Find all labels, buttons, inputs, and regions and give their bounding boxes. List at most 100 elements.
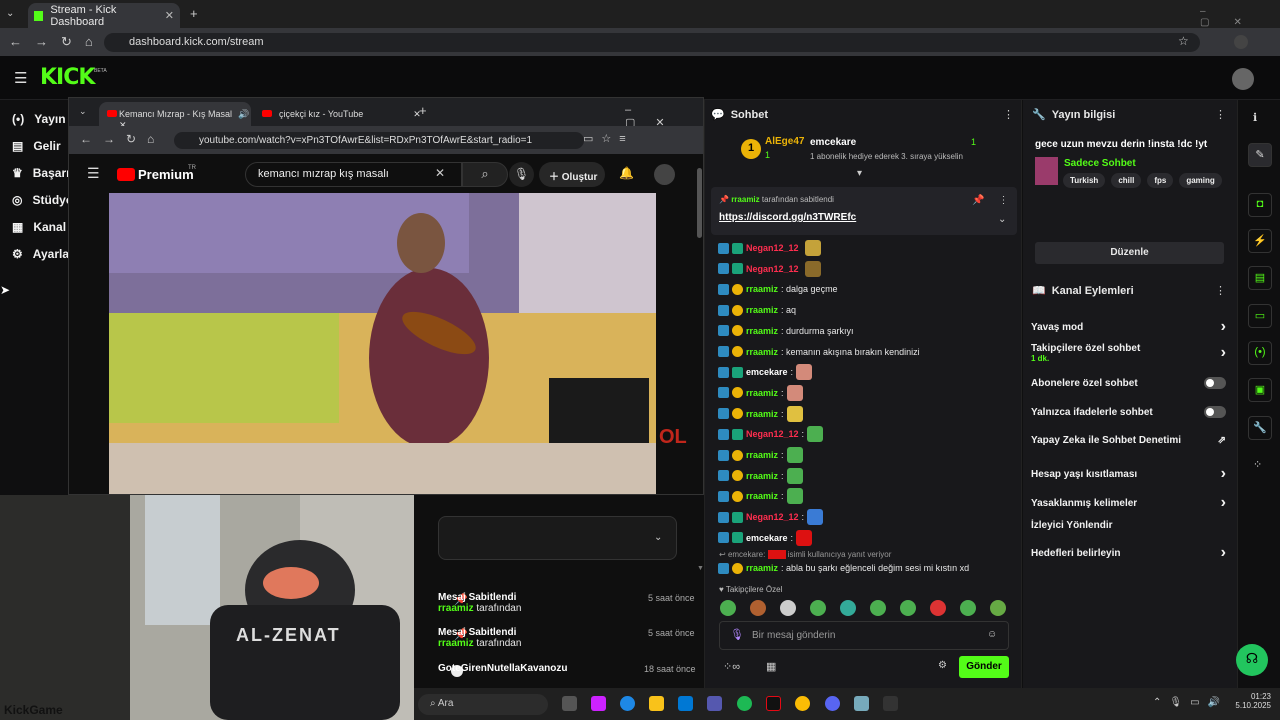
emote-icon[interactable] — [840, 600, 856, 616]
kick-logo[interactable]: KICK — [40, 65, 95, 90]
chat-username[interactable]: emcekare — [746, 367, 788, 377]
nav-ayarlar[interactable]: ⚙ Ayarla — [12, 247, 69, 261]
taskview-icon[interactable] — [562, 696, 577, 711]
channel-action-item[interactable]: Yapay Zeka ile Sohbet Denetimi ⇗ — [1031, 435, 1226, 446]
mic-icon[interactable]: 🎙 — [730, 628, 744, 641]
layout-icon[interactable]: ▣ — [1248, 378, 1272, 402]
emote-icon[interactable] — [870, 600, 886, 616]
info-more-icon[interactable]: ⋮ — [1215, 108, 1226, 121]
list-icon[interactable]: ▤ — [1248, 266, 1272, 290]
chat-username[interactable]: rraamiz — [746, 326, 778, 336]
video-description-box[interactable] — [438, 516, 677, 560]
channel-action-item[interactable]: İzleyici Yönlendir — [1031, 520, 1226, 531]
tab-list-icon[interactable]: ⌄ — [6, 8, 14, 19]
close-tab-icon[interactable]: ✕ — [165, 9, 174, 22]
teams-icon[interactable] — [707, 696, 722, 711]
chat-more-icon[interactable]: ⋮ — [1003, 108, 1014, 121]
toggle-switch[interactable] — [1204, 406, 1226, 418]
expand-chevron-icon[interactable]: ⌄ — [654, 532, 662, 543]
obs-icon[interactable] — [883, 696, 898, 711]
clip-icon[interactable]: ◘ — [1248, 193, 1272, 217]
nav-buttons[interactable]: ←→↻⌂ — [9, 34, 106, 50]
new-tab-icon[interactable]: + — [419, 103, 427, 118]
mic-icon[interactable]: 🎙 — [509, 162, 534, 187]
chat-username[interactable]: rraamiz — [746, 450, 778, 460]
info-icon[interactable]: ℹ — [1253, 111, 1257, 124]
menu-icon[interactable]: ☰ — [14, 69, 27, 87]
send-button[interactable]: Gönder — [959, 656, 1009, 678]
emote-icon[interactable] — [780, 600, 796, 616]
toggle-switch[interactable] — [1204, 377, 1226, 389]
taskbar-search[interactable]: ⌕ Ara — [418, 694, 548, 715]
broadcast-icon[interactable]: (•) — [1248, 341, 1272, 365]
outlook-icon[interactable] — [678, 696, 693, 711]
explorer-icon[interactable] — [649, 696, 664, 711]
nav-kanal[interactable]: ▦ Kanal — [12, 220, 66, 234]
tab-list-icon[interactable]: ⌄ — [79, 106, 87, 117]
nav-basari[interactable]: ♛ Başarı — [12, 166, 69, 180]
pinned-actions[interactable]: 📌⋮ — [972, 195, 1022, 206]
scroll-down-icon[interactable]: ▼ — [697, 565, 704, 572]
edge-icon[interactable] — [620, 696, 635, 711]
copilot-icon[interactable] — [591, 696, 606, 711]
chat-username[interactable]: rraamiz — [746, 491, 778, 501]
collapse-icon[interactable]: ▾ — [857, 168, 862, 179]
profile-icon[interactable] — [1234, 35, 1248, 49]
chat-username[interactable]: rraamiz — [746, 388, 778, 398]
new-tab-icon[interactable]: + — [190, 6, 198, 21]
channel-action-item[interactable]: Takipçilere özel sohbet 1 dk. › — [1031, 343, 1226, 363]
clock[interactable]: 01:23 5.10.2025 — [1231, 692, 1271, 710]
channel-action-item[interactable]: Yavaş mod › — [1031, 318, 1226, 336]
emote-icon[interactable] — [900, 600, 916, 616]
chat-username[interactable]: rraamiz — [746, 347, 778, 357]
browser-tab[interactable]: Stream - Kick Dashboard ✕ — [28, 3, 180, 28]
lightning-icon[interactable]: ⚡ — [1248, 229, 1272, 253]
chat-settings-icon[interactable]: ⚙ — [938, 660, 947, 671]
expand-chevron-icon[interactable]: ⌄ — [998, 214, 1006, 225]
channel-action-item[interactable]: Hedefleri belirleyin › — [1031, 544, 1226, 562]
create-button[interactable]: ＋ Oluştur — [539, 162, 605, 187]
yt-search-input[interactable]: kemancı mızrap kış masalı — [245, 162, 462, 187]
emoji-icon[interactable]: ☺ — [987, 629, 997, 640]
video-player[interactable] — [109, 193, 656, 494]
chat-icon[interactable]: ▭ — [1248, 304, 1272, 328]
more-tools-icon[interactable]: ⁘ — [1253, 458, 1262, 471]
search-icon[interactable]: ⌕ — [462, 162, 508, 187]
chat-username[interactable]: rraamiz — [746, 471, 778, 481]
chrome-icon[interactable] — [795, 696, 810, 711]
notification-bell-icon[interactable]: 🔔 — [619, 166, 634, 180]
emote-icon[interactable] — [930, 600, 946, 616]
chat-username[interactable]: Negan12_12 — [746, 512, 799, 522]
yt-url-field[interactable]: youtube.com/watch?v=xPn3TOfAwrE&list=RDx… — [174, 132, 584, 149]
yt-tab-active[interactable]: Kemancı Mızrap - Kış Masal 🔊 ✕ — [99, 102, 251, 130]
pinned-link[interactable]: https://discord.gg/n3TWREfc — [719, 212, 856, 223]
emote-icon[interactable] — [990, 600, 1006, 616]
yt-menu-icon[interactable]: ☰ — [87, 165, 100, 182]
chat-username[interactable]: Negan12_12 — [746, 243, 799, 253]
emote-icon[interactable] — [810, 600, 826, 616]
category-name[interactable]: Sadece Sohbet — [1064, 158, 1136, 169]
chat-username[interactable]: rraamiz — [746, 305, 778, 315]
top-gifter-name[interactable]: AlEge47 — [765, 136, 804, 147]
tool-icon[interactable]: 🔧 — [1248, 416, 1272, 440]
yt-scrollbar[interactable] — [697, 168, 702, 238]
nav-yayin[interactable]: (•) Yayın — [12, 112, 66, 126]
chat-input[interactable]: Bir mesaj gönderin — [719, 621, 1009, 650]
channel-action-item[interactable]: Hesap yaşı kısıtlaması › — [1031, 465, 1226, 483]
app-icon[interactable] — [854, 696, 869, 711]
yt-avatar[interactable] — [654, 164, 675, 185]
chat-username[interactable]: Negan12_12 — [746, 264, 799, 274]
store-icon[interactable]: ▦ — [766, 660, 776, 673]
channel-action-item[interactable]: Yasaklanmış kelimeler › — [1031, 494, 1226, 512]
yt-tab-2[interactable]: çiçekçi kız - YouTube ✕ — [259, 102, 421, 120]
chat-username[interactable]: emcekare — [746, 533, 788, 543]
emote-bar[interactable] — [720, 600, 1006, 616]
chat-username[interactable]: rraamiz — [746, 284, 778, 294]
chat-username[interactable]: rraamiz — [746, 409, 778, 419]
emote-icon[interactable] — [750, 600, 766, 616]
nav-gelir[interactable]: ▤ Gelir — [12, 139, 61, 153]
bookmark-icon[interactable]: ☆ — [1178, 34, 1189, 48]
clear-icon[interactable]: ✕ — [435, 166, 445, 180]
infinity-icon[interactable]: ⁘∞ — [723, 660, 740, 673]
window-controls[interactable]: –▢✕ — [1200, 6, 1280, 28]
